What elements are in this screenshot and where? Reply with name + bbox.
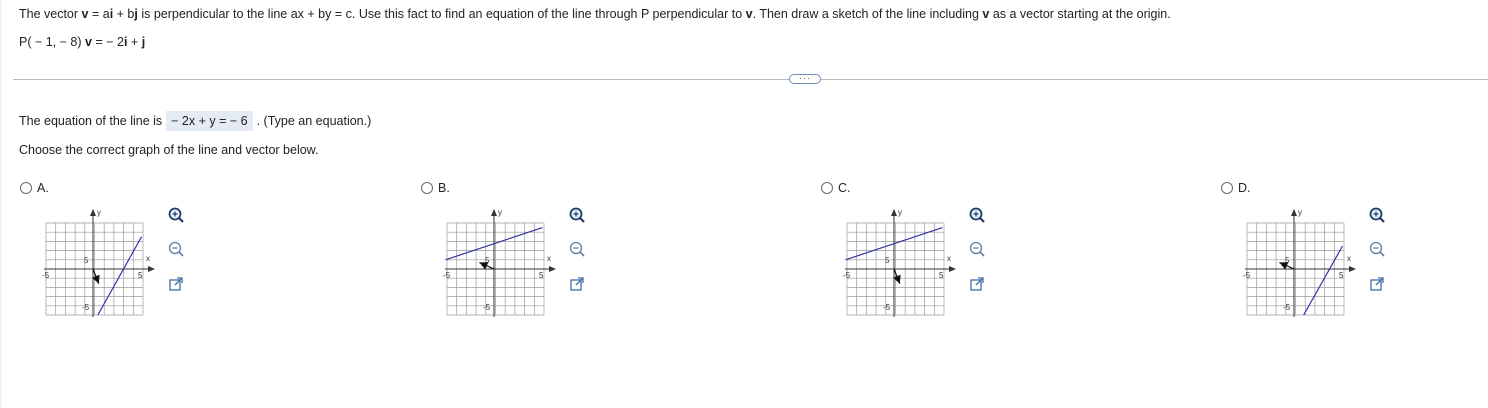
given-j: j [141, 35, 146, 49]
x-axis-arrow [949, 266, 956, 272]
question-part: is perpendicular to the line ax + by = c… [137, 7, 746, 21]
zoom-out-icon[interactable] [567, 240, 587, 260]
graph-option-d: yx5-5-5 5 [1243, 208, 1356, 317]
y-tick-5: 5 [885, 256, 890, 265]
zoom-out-icon[interactable] [967, 240, 987, 260]
option-c-label: C. [838, 181, 851, 195]
popout-icon[interactable] [1367, 274, 1387, 294]
answer-prefix: The equation of the line is [19, 114, 163, 128]
y-tick-neg5: -5 [483, 303, 491, 312]
section-divider [13, 79, 1488, 80]
x-axis-arrow [549, 266, 556, 272]
answer-suffix: . (Type an equation.) [256, 114, 372, 128]
y-axis-arrow [891, 209, 897, 216]
given-v-value: = − 2 [91, 35, 124, 49]
option-b[interactable]: B. [421, 181, 450, 195]
radio-c[interactable] [821, 182, 833, 194]
question-part: The vector [19, 7, 82, 21]
x-axis-arrow [1349, 266, 1356, 272]
x-tick-5: 5 [539, 271, 544, 280]
x-tick-5: 5 [138, 271, 143, 280]
popout-icon[interactable] [967, 274, 987, 294]
zoom-in-icon[interactable] [1367, 206, 1387, 226]
given-plus: + [127, 35, 142, 49]
y-axis-arrow [90, 209, 96, 216]
zoom-in-icon[interactable] [166, 206, 186, 226]
plotted-line [1303, 245, 1344, 316]
graph-option-c: yx5-5-5 5 [843, 208, 956, 317]
radio-a[interactable] [20, 182, 32, 194]
option-c[interactable]: C. [821, 181, 851, 195]
zoom-out-icon[interactable] [1367, 240, 1387, 260]
expand-button[interactable]: ··· [789, 72, 821, 84]
ellipsis-icon: ··· [799, 72, 811, 83]
x-axis-label: x [547, 254, 551, 263]
y-axis-arrow [1291, 209, 1297, 216]
x-tick-neg5: -5 [42, 271, 50, 280]
y-axis-label: y [898, 208, 902, 217]
answer-field[interactable]: − 2x + y = − 6 [166, 111, 253, 131]
x-axis-label: x [146, 254, 150, 263]
zoom-in-icon[interactable] [967, 206, 987, 226]
y-axis-arrow [491, 209, 497, 216]
y-tick-neg5: -5 [82, 303, 90, 312]
given-point: P( − 1, − 8) [19, 35, 82, 49]
x-tick-neg5: -5 [843, 271, 851, 280]
graph-option-a: yx5-5-5 5 [42, 208, 155, 317]
y-tick-neg5: -5 [883, 303, 891, 312]
x-tick-neg5: -5 [1243, 271, 1251, 280]
radio-d[interactable] [1221, 182, 1233, 194]
question-part: . Then draw a sketch of the line includi… [752, 7, 983, 21]
y-tick-5: 5 [84, 256, 89, 265]
question-part: + b [113, 7, 135, 21]
left-edge [0, 0, 2, 408]
graph-option-b: yx5-5-5 5 [443, 208, 556, 317]
y-axis-label: y [97, 208, 101, 217]
question-part: v [745, 7, 753, 21]
option-d[interactable]: D. [1221, 181, 1251, 195]
x-tick-5: 5 [939, 271, 944, 280]
y-axis-label: y [498, 208, 502, 217]
question-text: The vector v = ai + bj is perpendicular … [19, 7, 1171, 21]
option-d-label: D. [1238, 181, 1251, 195]
zoom-out-icon[interactable] [166, 240, 186, 260]
zoom-in-icon[interactable] [567, 206, 587, 226]
option-a[interactable]: A. [20, 181, 49, 195]
x-tick-5: 5 [1339, 271, 1344, 280]
x-tick-neg5: -5 [443, 271, 451, 280]
y-axis-label: y [1298, 208, 1302, 217]
y-tick-neg5: -5 [1283, 303, 1291, 312]
x-axis-arrow [148, 266, 155, 272]
popout-icon[interactable] [567, 274, 587, 294]
question-part: = a [88, 7, 110, 21]
choose-instruction: Choose the correct graph of the line and… [19, 143, 319, 157]
answer-line: The equation of the line is − 2x + y = −… [19, 111, 371, 131]
option-a-label: A. [37, 181, 49, 195]
popout-icon[interactable] [166, 274, 186, 294]
question-part: as a vector starting at the origin. [989, 7, 1171, 21]
given-v-label: v [85, 35, 92, 49]
x-axis-label: x [947, 254, 951, 263]
option-b-label: B. [438, 181, 450, 195]
x-axis-label: x [1347, 254, 1351, 263]
given-values: P( − 1, − 8) v = − 2i + j [19, 35, 145, 49]
radio-b[interactable] [421, 182, 433, 194]
